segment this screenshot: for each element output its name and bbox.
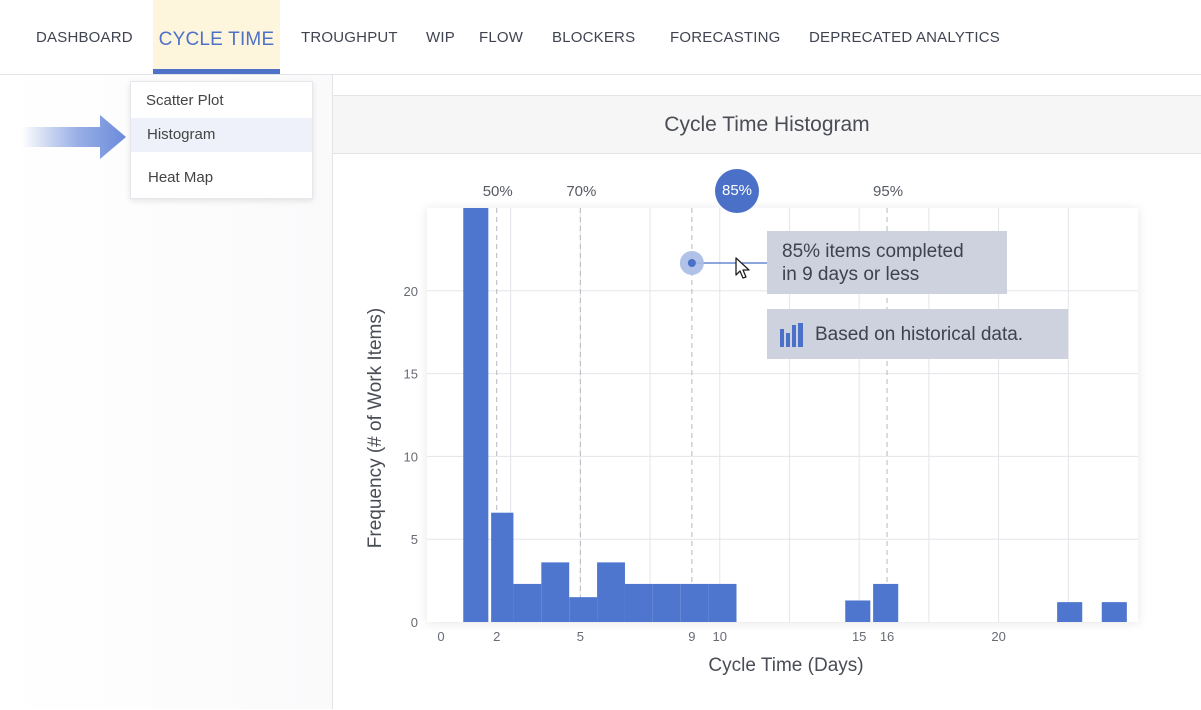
- histogram-bar: [624, 583, 653, 622]
- histogram-bar: [541, 562, 570, 622]
- x-tick-label: 20: [991, 629, 1005, 644]
- percentile-tooltip: 85% items completed in 9 days or less: [767, 231, 1007, 294]
- x-tick-label: 16: [880, 629, 894, 644]
- x-tick-label: 0: [437, 629, 444, 644]
- x-tick-label: 5: [577, 629, 584, 644]
- bar-chart-icon: [780, 323, 803, 347]
- histogram-bar: [491, 512, 514, 622]
- histogram-bar: [845, 600, 871, 622]
- histogram-bar: [463, 208, 489, 622]
- x-tick-label: 15: [852, 629, 866, 644]
- tooltip-line-1: 85% items completed: [782, 241, 964, 262]
- y-tick-label: 15: [404, 367, 418, 382]
- histogram-bar: [680, 583, 709, 622]
- histogram-bar: [1101, 602, 1127, 622]
- histogram-bar: [873, 583, 899, 622]
- y-tick-label: 0: [411, 615, 418, 630]
- x-tick-label: 2: [493, 629, 500, 644]
- percentile-85-badge[interactable]: 85%: [715, 169, 759, 213]
- histogram-bar: [1057, 602, 1083, 622]
- historical-data-note-text: Based on historical data.: [815, 324, 1024, 345]
- marker-dot: [687, 259, 696, 267]
- percentile-label: 50%: [483, 183, 513, 200]
- percentile-label: 95%: [873, 183, 903, 200]
- x-tick-label: 9: [688, 629, 695, 644]
- percentile-label: 70%: [566, 183, 596, 200]
- histogram-bar: [513, 583, 542, 622]
- mouse-cursor-icon: [735, 257, 750, 279]
- histogram-bar: [569, 597, 598, 622]
- x-tick-label: 10: [713, 629, 727, 644]
- y-axis-title: Frequency (# of Work Items): [365, 308, 386, 548]
- histogram-bar: [708, 583, 737, 622]
- histogram-bar: [597, 562, 625, 622]
- y-tick-label: 10: [404, 449, 418, 464]
- historical-data-note: Based on historical data.: [767, 309, 1068, 359]
- y-tick-label: 20: [404, 284, 418, 299]
- y-tick-label: 5: [411, 532, 418, 547]
- histogram-bar: [652, 583, 681, 622]
- x-axis-title: Cycle Time (Days): [708, 655, 863, 676]
- tooltip-line-2: in 9 days or less: [782, 264, 920, 285]
